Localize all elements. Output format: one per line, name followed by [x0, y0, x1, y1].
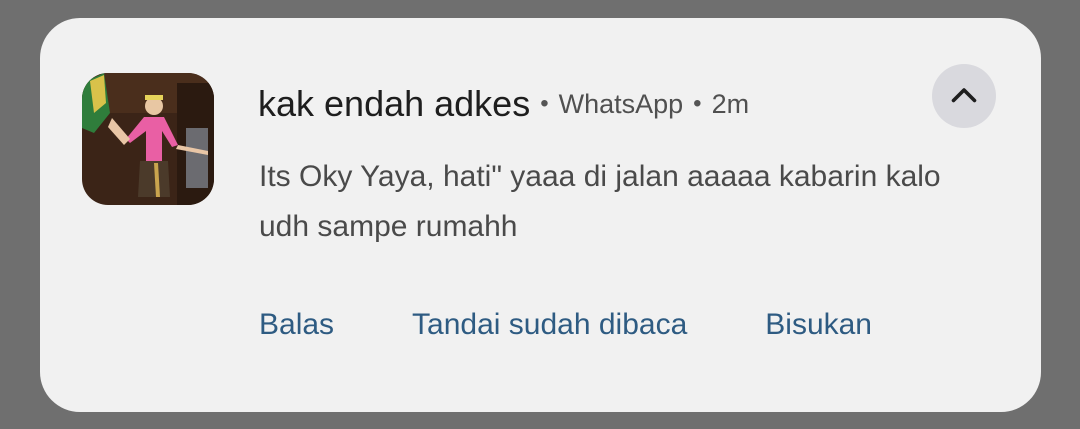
mute-button[interactable]: Bisukan [765, 308, 872, 342]
contact-photo [82, 73, 214, 205]
timestamp: 2m [711, 88, 750, 119]
notification-actions: Balas Tandai sudah dibaca Bisukan [259, 308, 872, 342]
notification-header: kak endah adkes • WhatsApp • 2m [258, 80, 749, 128]
notification-message: Its Oky Yaya, hati" yaaa di jalan aaaaa … [259, 160, 941, 243]
chevron-up-icon [951, 88, 977, 103]
app-name: WhatsApp [558, 88, 684, 119]
separator-dot: • [693, 90, 702, 117]
contact-avatar [82, 73, 214, 205]
separator-dot: • [540, 90, 549, 117]
sender-name: kak endah adkes [258, 83, 531, 124]
reply-button[interactable]: Balas [259, 308, 334, 342]
notification-card[interactable]: kak endah adkes • WhatsApp • 2m Its Oky … [40, 18, 1041, 412]
collapse-button[interactable] [932, 64, 996, 128]
mark-as-read-button[interactable]: Tandai sudah dibaca [412, 308, 687, 342]
